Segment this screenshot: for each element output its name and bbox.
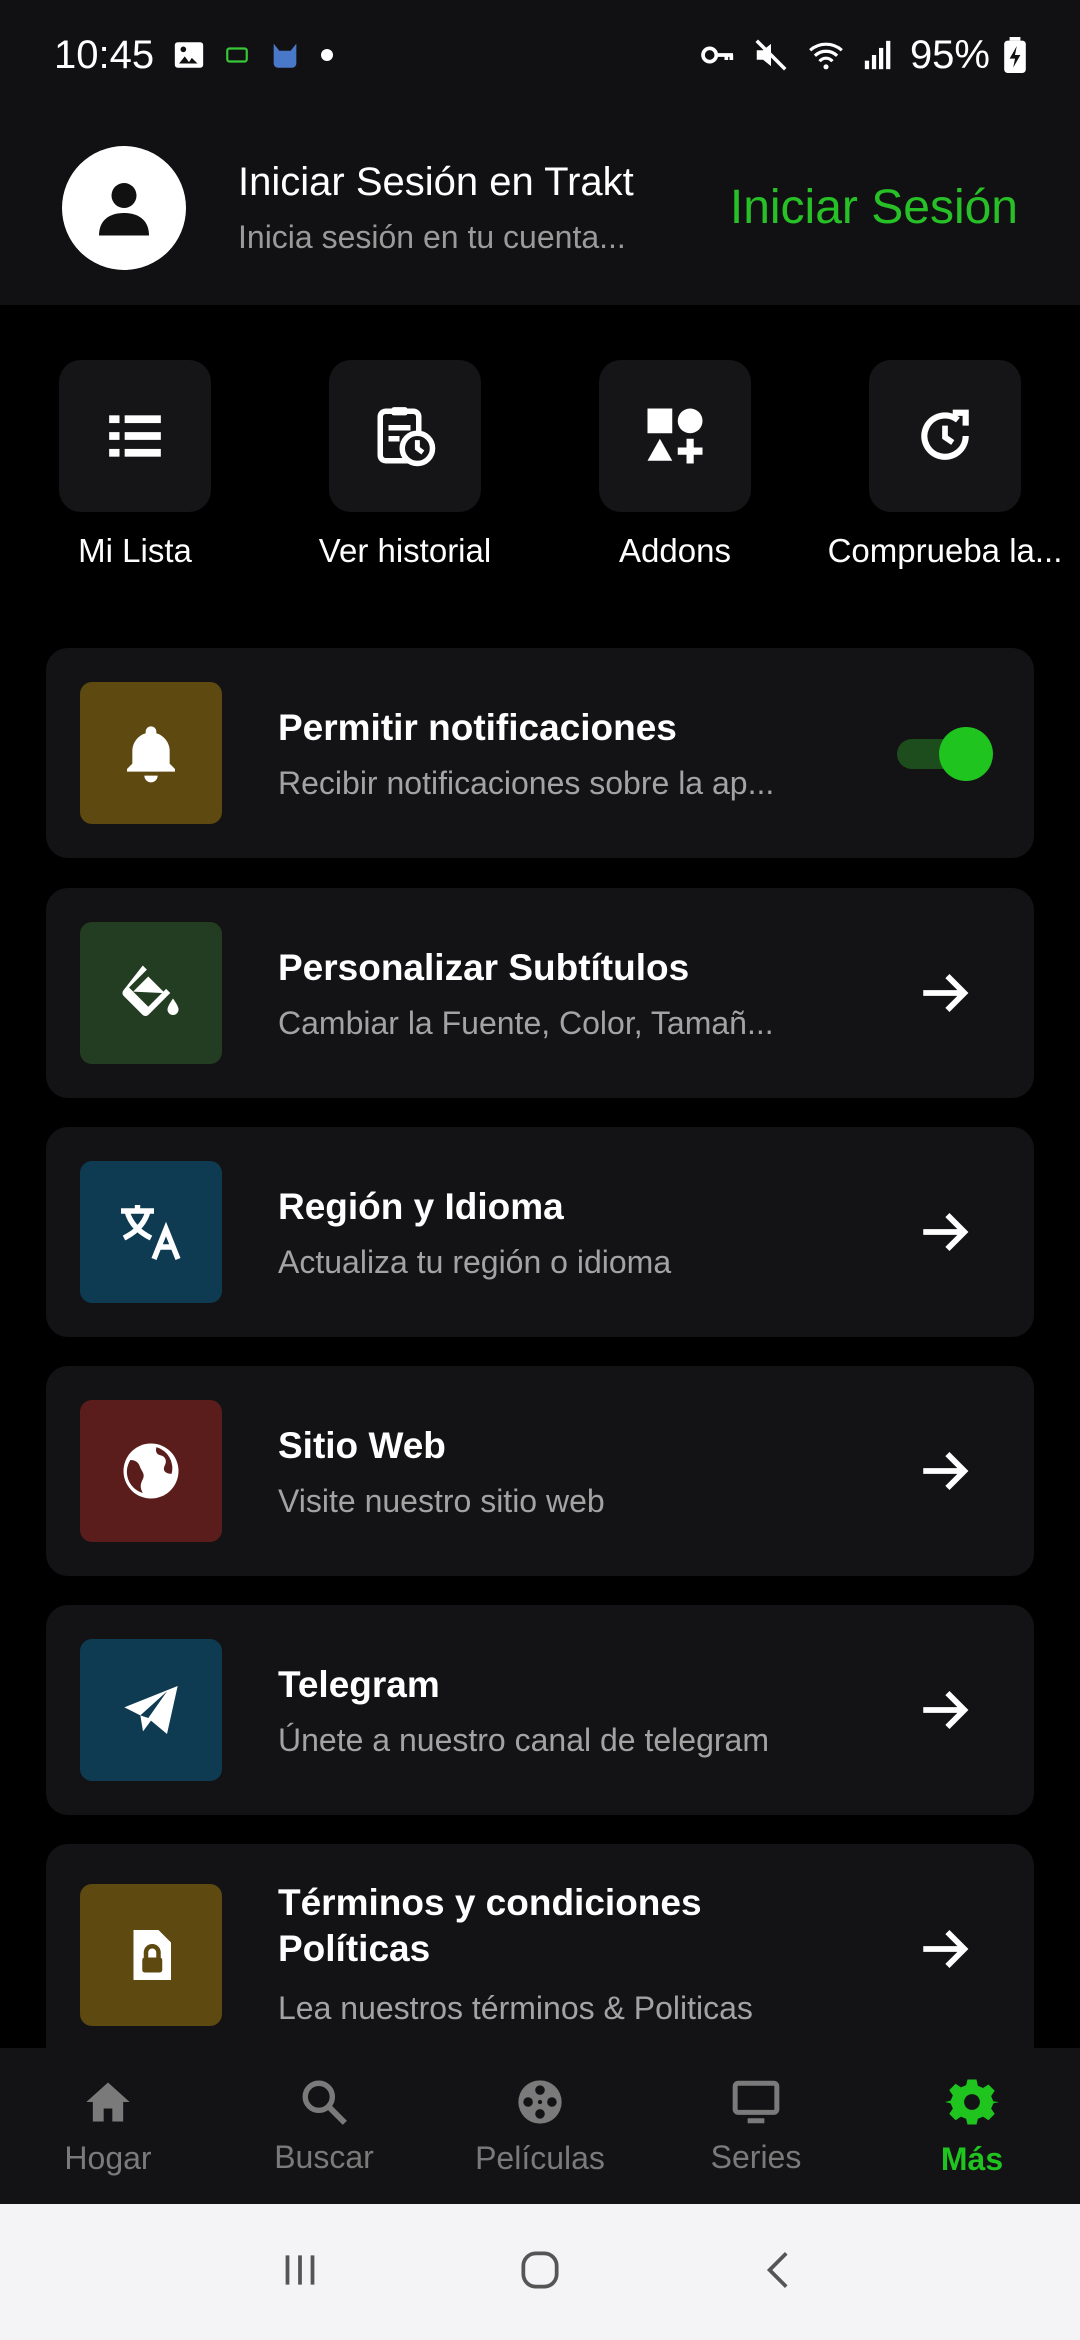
- bottom-nav: Hogar Buscar Películas Series Más: [0, 2048, 1080, 2204]
- setting-telegram[interactable]: Telegram Únete a nuestro canal de telegr…: [46, 1605, 1034, 1815]
- setting-title: Personalizar Subtítulos: [278, 946, 690, 988]
- header-title: Iniciar Sesión en Trakt: [238, 159, 634, 204]
- nav-label: Hogar: [64, 2139, 152, 2176]
- setting-subtitle: Únete a nuestro canal de telegram: [278, 1721, 769, 1758]
- avatar[interactable]: [62, 145, 186, 270]
- history-clipboard-icon: [377, 407, 436, 467]
- signal-icon: [862, 38, 896, 72]
- setting-subtitle: Visite nuestro sitio web: [278, 1482, 605, 1519]
- document-lock-icon: [133, 1930, 171, 1980]
- setting-title: Telegram: [278, 1663, 440, 1705]
- nav-label: Buscar: [274, 2138, 374, 2175]
- header-subtitle: Inicia sesión en tu cuenta...: [238, 218, 626, 255]
- gallery-icon: [172, 38, 206, 72]
- arrow-right-icon[interactable]: [890, 1442, 1000, 1500]
- card-icon-tile: [80, 1400, 222, 1542]
- nav-label: Series: [710, 2138, 802, 2175]
- shapes-add-icon: [647, 408, 703, 464]
- card-icon-tile: [80, 1884, 222, 2026]
- search-icon: [302, 2080, 347, 2125]
- film-reel-icon: [518, 2079, 562, 2124]
- arrow-right-icon[interactable]: [890, 964, 1000, 1022]
- login-button[interactable]: Iniciar Sesión: [730, 180, 1018, 235]
- translate-icon: [121, 1205, 181, 1261]
- trakt-login-header: Iniciar Sesión en Trakt Inicia sesión en…: [0, 110, 1080, 305]
- quick-action-my-list[interactable]: Mi Lista: [0, 360, 270, 570]
- setting-title: Región y Idioma: [278, 1185, 564, 1227]
- update-clock-icon: [921, 409, 969, 460]
- key-icon: [698, 35, 738, 75]
- card-icon-tile: [80, 1161, 222, 1303]
- quick-action-label: Ver historial: [318, 532, 492, 569]
- globe-icon: [123, 1443, 179, 1499]
- tv-icon: [732, 2080, 780, 2123]
- setting-website[interactable]: Sitio Web Visite nuestro sitio web: [46, 1366, 1034, 1576]
- setting-subtitle: Cambiar la Fuente, Color, Tamañ...: [278, 1004, 774, 1041]
- quick-action-addons[interactable]: Addons: [540, 360, 810, 570]
- back-icon[interactable]: [755, 2245, 805, 2300]
- quick-action-history[interactable]: Ver historial: [270, 360, 540, 570]
- quick-action-label: Addons: [619, 532, 731, 569]
- nav-series[interactable]: Series: [648, 2048, 864, 2204]
- setting-region-language[interactable]: Región y Idioma Actualiza tu región o id…: [46, 1127, 1034, 1337]
- setting-subtitle: Actualiza tu región o idioma: [278, 1243, 672, 1280]
- nav-label: Más: [940, 2140, 1004, 2177]
- setting-subtitles[interactable]: Personalizar Subtítulos Cambiar la Fuent…: [46, 888, 1034, 1098]
- quick-action-check-updates[interactable]: Comprueba la...: [810, 360, 1080, 570]
- wifi-icon: [804, 36, 848, 74]
- bell-icon: [127, 726, 175, 783]
- app-notification-icon: [224, 42, 250, 68]
- nav-label: Películas: [475, 2139, 605, 2176]
- home-icon: [86, 2082, 130, 2121]
- card-icon-tile: [80, 1639, 222, 1781]
- mute-icon: [752, 36, 790, 74]
- setting-title: Permitir notificaciones: [278, 706, 677, 748]
- setting-subtitle: Recibir notificaciones sobre la ap...: [278, 764, 775, 801]
- arrow-right-icon[interactable]: [890, 1203, 1000, 1261]
- notifications-toggle[interactable]: [897, 727, 993, 781]
- nav-search[interactable]: Buscar: [216, 2048, 432, 2204]
- battery-percent: 95%: [909, 32, 990, 77]
- status-bar: 10:45 95%: [0, 0, 1080, 110]
- dot-icon: [320, 48, 334, 62]
- battery-icon: [1004, 37, 1026, 73]
- user-icon: [99, 182, 149, 235]
- setting-title: Términos y condiciones Políticas: [278, 1882, 702, 1969]
- cat-icon: [268, 38, 302, 72]
- setting-subtitle: Lea nuestros términos & Politicas: [278, 1990, 753, 2026]
- recent-apps-icon[interactable]: [275, 2245, 325, 2300]
- setting-title: Sitio Web: [278, 1424, 446, 1466]
- arrow-right-icon[interactable]: [890, 1681, 1000, 1739]
- card-icon-tile: [80, 922, 222, 1064]
- status-time: 10:45: [54, 32, 155, 77]
- nav-more[interactable]: Más: [864, 2048, 1080, 2204]
- telegram-icon: [124, 1686, 178, 1734]
- setting-terms[interactable]: Términos y condiciones Políticas Lea nue…: [46, 1844, 1034, 2074]
- nav-movies[interactable]: Películas: [432, 2048, 648, 2204]
- list-icon: [109, 415, 161, 457]
- system-nav-bar: [0, 2204, 1080, 2340]
- arrow-right-icon[interactable]: [890, 1920, 1000, 1978]
- quick-action-label: Mi Lista: [78, 532, 192, 569]
- home-circle-icon[interactable]: [515, 2245, 565, 2300]
- quick-action-label: Comprueba la...: [827, 532, 1063, 569]
- card-icon-tile: [80, 682, 222, 824]
- quick-actions: Mi Lista Ver historial Addons Comprueba …: [0, 360, 1080, 580]
- nav-home[interactable]: Hogar: [0, 2048, 216, 2204]
- setting-notifications[interactable]: Permitir notificaciones Recibir notifica…: [46, 648, 1034, 858]
- paint-bucket-icon: [122, 965, 179, 1017]
- gear-icon: [945, 2079, 999, 2124]
